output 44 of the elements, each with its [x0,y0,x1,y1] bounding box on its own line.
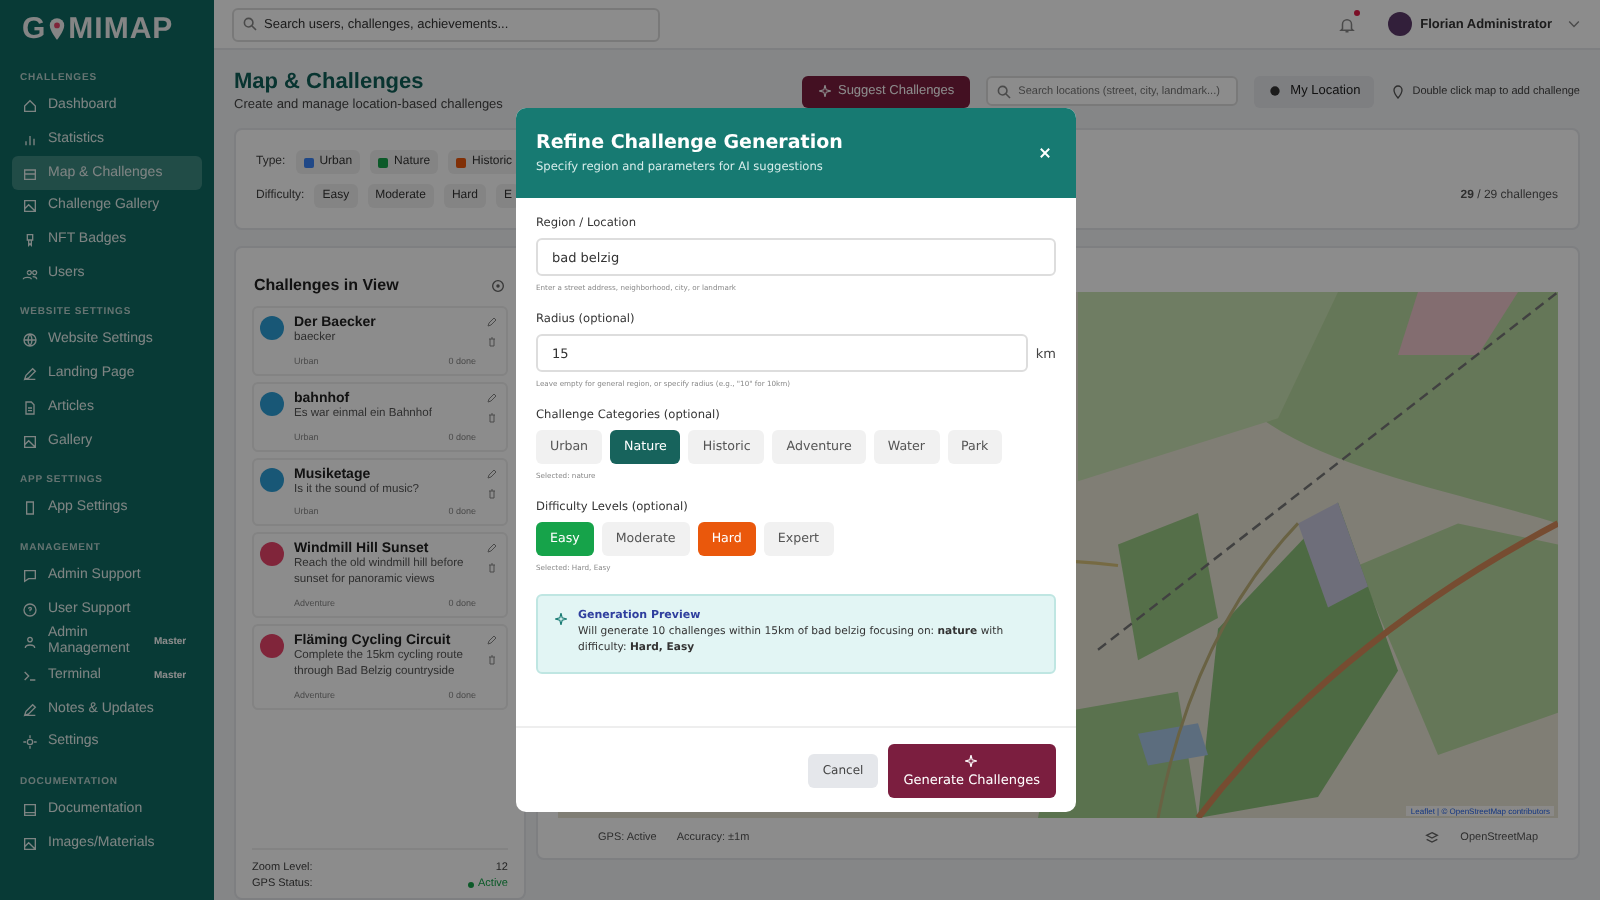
delete-icon[interactable] [486,411,498,424]
document-icon [22,399,38,416]
target-icon[interactable] [490,277,506,293]
search-icon [242,16,258,32]
panel-title: Challenges in View [254,276,399,294]
users-icon [22,265,38,282]
modal-title: Refine Challenge Generation [536,132,843,154]
image-icon [22,198,38,215]
delete-icon[interactable] [486,654,498,667]
image-icon [22,835,38,852]
edit-icon[interactable] [486,467,498,480]
search-icon [996,83,1013,99]
phone-icon [22,500,38,517]
map-pin-icon [1390,83,1407,99]
layers-icon [1424,830,1441,846]
avatar[interactable] [1388,12,1413,36]
edit-icon[interactable] [486,542,498,555]
location-dot-icon [1268,84,1283,98]
edit-icon[interactable] [486,391,498,404]
help-icon [22,601,38,618]
settings-icon [22,734,38,751]
bar-chart-icon [22,132,38,149]
caret-icon[interactable] [1568,20,1580,28]
edit-icon[interactable] [486,316,498,328]
home-icon [22,98,38,115]
globe-icon [22,332,38,349]
sparkle-icon [554,612,568,626]
ribbon-icon [22,232,38,249]
pen-icon [22,701,38,718]
notification-bell-icon[interactable] [1338,15,1357,33]
person-icon [22,634,38,651]
logo: G MIMAP [22,11,174,45]
terminal-icon [22,667,38,684]
page-title: Map & Challenges [234,70,426,94]
delete-icon[interactable] [486,336,498,348]
pen-icon [22,366,38,383]
image-icon [22,433,38,450]
delete-icon[interactable] [486,562,498,575]
delete-icon[interactable] [486,487,498,500]
close-icon[interactable] [1038,146,1052,160]
chat-icon [22,567,38,584]
sparkle-icon [817,84,832,98]
edit-icon[interactable] [486,634,498,647]
sparkle-icon [964,753,979,767]
